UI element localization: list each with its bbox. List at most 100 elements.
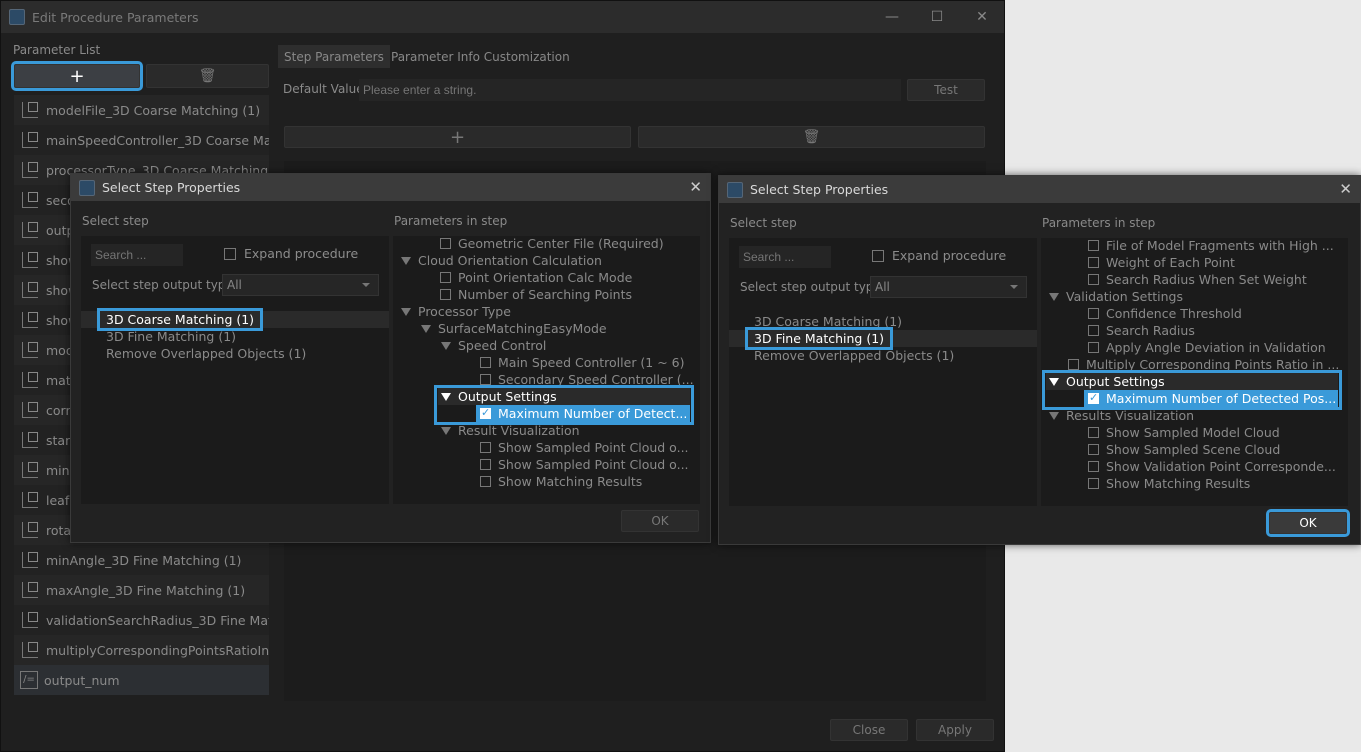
tree-group[interactable]: SurfaceMatchingEasyMode <box>421 320 607 337</box>
checkbox-icon[interactable] <box>1088 427 1099 438</box>
triangle-down-icon[interactable] <box>401 256 411 265</box>
test-button[interactable]: Test <box>907 79 985 101</box>
delete-parameter-button[interactable]: 🗑 <box>146 64 269 88</box>
tree-param-item[interactable]: Show Matching Results <box>480 473 642 490</box>
expand-procedure-checkbox[interactable]: Expand procedure <box>224 246 358 261</box>
dialog-close-icon[interactable]: ✕ <box>689 178 702 196</box>
tree-param-item[interactable]: Multiply Corresponding Points Ratio in .… <box>1068 356 1339 373</box>
checkbox-icon[interactable] <box>1088 325 1099 336</box>
checkbox-icon[interactable] <box>1068 359 1079 370</box>
step-item[interactable]: 3D Coarse Matching (1) <box>96 308 264 331</box>
checkbox-icon[interactable] <box>1088 342 1099 353</box>
step-item[interactable]: 3D Fine Matching (1) <box>744 327 894 350</box>
parameter-list-item[interactable]: mainSpeedController_3D Coarse Match <box>14 125 269 155</box>
checkbox-icon[interactable] <box>440 289 451 300</box>
checkbox-icon[interactable] <box>1088 444 1099 455</box>
triangle-down-icon[interactable] <box>401 307 411 316</box>
checkbox-icon[interactable] <box>1088 257 1099 268</box>
step-search-input[interactable] <box>739 246 831 268</box>
triangle-down-icon[interactable] <box>1049 377 1059 386</box>
checkbox-icon[interactable] <box>1088 461 1099 472</box>
tree-param-item[interactable]: Show Sampled Model Cloud <box>1088 424 1280 441</box>
checkbox-icon[interactable] <box>1088 478 1099 489</box>
tree-param-item[interactable]: Search Radius When Set Weight <box>1088 271 1307 288</box>
triangle-down-icon[interactable] <box>441 392 451 401</box>
checkbox-checked-icon[interactable] <box>480 406 491 419</box>
tree-group[interactable]: Processor Type <box>401 303 511 320</box>
expand-procedure-label: Expand procedure <box>892 248 1007 263</box>
tree-group[interactable]: Cloud Orientation Calculation <box>401 252 602 269</box>
add-step-param-button[interactable]: + <box>284 126 631 148</box>
tree-param-item[interactable]: Weight of Each Point <box>1088 254 1235 271</box>
tree-group[interactable]: Output Settings <box>441 388 557 405</box>
tree-param-item[interactable]: Show Sampled Scene Cloud <box>1088 441 1280 458</box>
tree-group[interactable]: Output Settings <box>1049 373 1165 390</box>
checkbox-icon[interactable] <box>480 442 491 453</box>
checkbox-icon[interactable] <box>1088 308 1099 319</box>
app-icon <box>727 181 743 198</box>
ok-button[interactable]: OK <box>1266 509 1350 537</box>
checkbox-checked-icon[interactable] <box>1088 391 1099 404</box>
parameter-list-item[interactable]: multiplyCorrespondingPointsRatioInSce <box>14 635 269 665</box>
parameter-list-item[interactable]: minAngle_3D Fine Matching (1) <box>14 545 269 575</box>
checkbox-icon[interactable] <box>1088 240 1099 251</box>
step-search-input[interactable] <box>91 244 183 266</box>
expand-procedure-checkbox[interactable]: Expand procedure <box>872 248 1006 263</box>
tree-param-item[interactable]: Apply Angle Deviation in Validation <box>1088 339 1326 356</box>
tab-step-parameters[interactable]: Step Parameters <box>278 45 390 68</box>
output-type-select[interactable]: All <box>870 276 1027 298</box>
checkbox-icon[interactable] <box>480 374 491 385</box>
checkbox-icon[interactable] <box>1088 274 1099 285</box>
triangle-down-icon[interactable] <box>441 341 451 350</box>
parameter-list-item[interactable]: maxAngle_3D Fine Matching (1) <box>14 575 269 605</box>
tree-param-item[interactable]: Maximum Number of Detected Pos... <box>1084 390 1338 407</box>
checkbox-icon[interactable] <box>480 357 491 368</box>
tree-param-item[interactable]: Confidence Threshold <box>1088 305 1242 322</box>
checkbox-icon[interactable] <box>440 238 451 249</box>
step-item[interactable]: 3D Coarse Matching (1) <box>754 313 902 330</box>
checkbox-icon[interactable] <box>480 459 491 470</box>
tree-param-item[interactable]: Search Radius <box>1088 322 1195 339</box>
step-item[interactable]: Remove Overlapped Objects (1) <box>106 345 306 362</box>
close-button[interactable]: Close <box>830 719 908 741</box>
step-item[interactable]: Remove Overlapped Objects (1) <box>754 347 954 364</box>
tree-param-item[interactable]: Show Matching Results <box>1088 475 1250 492</box>
tree-param-item[interactable]: Show Sampled Point Cloud o... <box>480 439 689 456</box>
tab-parameter-info-customization[interactable]: Parameter Info Customization <box>385 45 576 68</box>
triangle-down-icon[interactable] <box>1049 411 1059 420</box>
tree-group[interactable]: Results Visualization <box>1049 407 1194 424</box>
tree-param-item[interactable]: Geometric Center File (Required) <box>440 235 664 252</box>
tree-item-label: Geometric Center File (Required) <box>458 236 664 251</box>
parameter-list-item[interactable]: modelFile_3D Coarse Matching (1) <box>14 95 269 125</box>
default-value-input[interactable] <box>359 79 901 101</box>
tree-param-item[interactable]: Maximum Number of Detect... <box>476 405 690 422</box>
delete-step-param-button[interactable]: 🗑 <box>638 126 985 148</box>
tree-group[interactable]: Speed Control <box>441 337 546 354</box>
step-item[interactable]: 3D Fine Matching (1) <box>106 328 236 345</box>
maximize-button[interactable]: ☐ <box>914 1 960 33</box>
tree-param-item[interactable]: Secondary Speed Controller (... <box>480 371 694 388</box>
triangle-down-icon[interactable] <box>1049 292 1059 301</box>
parameter-list-item[interactable]: validationSearchRadius_3D Fine Matchi <box>14 605 269 635</box>
minimize-button[interactable]: — <box>869 1 915 33</box>
tree-param-item[interactable]: Number of Searching Points <box>440 286 632 303</box>
tree-item-label: Confidence Threshold <box>1106 306 1242 321</box>
apply-button[interactable]: Apply <box>916 719 994 741</box>
checkbox-icon[interactable] <box>440 272 451 283</box>
tree-param-item[interactable]: Main Speed Controller (1 ~ 6) <box>480 354 685 371</box>
parameter-list-item[interactable]: /= output_num <box>14 665 269 695</box>
ok-button[interactable]: OK <box>621 510 699 532</box>
tree-param-item[interactable]: Show Validation Point Corresponde... <box>1088 458 1336 475</box>
tree-param-item[interactable]: Point Orientation Calc Mode <box>440 269 632 286</box>
tree-param-item[interactable]: Show Sampled Point Cloud o... <box>480 456 689 473</box>
checkbox-icon[interactable] <box>480 476 491 487</box>
triangle-down-icon[interactable] <box>421 324 431 333</box>
tree-group[interactable]: Result Visualization <box>441 422 580 439</box>
triangle-down-icon[interactable] <box>441 426 451 435</box>
tree-param-item[interactable]: File of Model Fragments with High ... <box>1088 237 1334 254</box>
output-type-select[interactable]: All <box>222 274 379 296</box>
tree-group[interactable]: Validation Settings <box>1049 288 1183 305</box>
dialog-close-icon[interactable]: ✕ <box>1339 180 1352 198</box>
close-window-button[interactable]: ✕ <box>959 1 1005 33</box>
add-parameter-button[interactable]: + <box>11 61 143 91</box>
